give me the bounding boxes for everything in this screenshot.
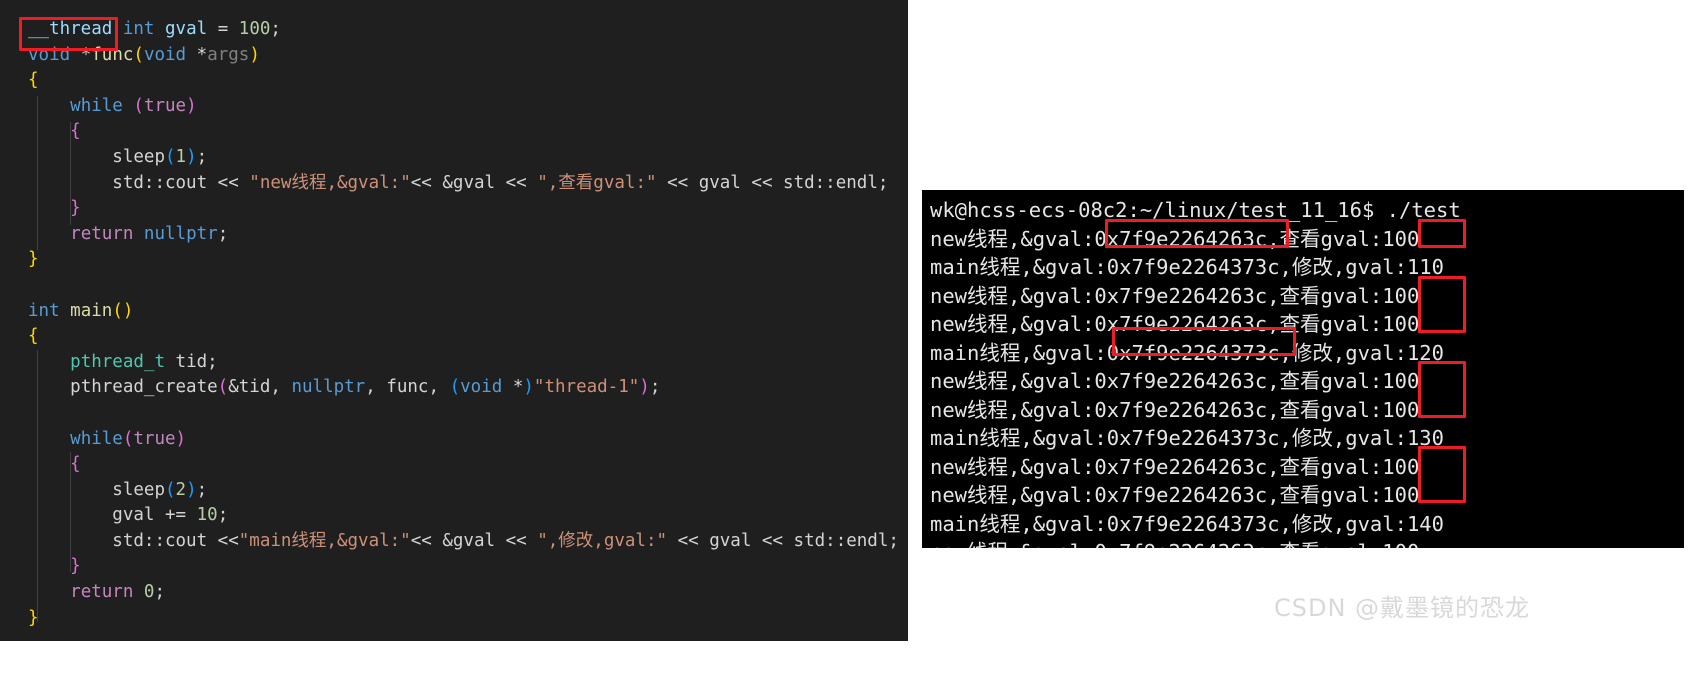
terminal-output-line: new线程,&gval:0x7f9e2264263c,查看gval:100: [930, 283, 1420, 308]
code-line: while(true): [70, 428, 187, 449]
code-line: sleep(2);: [112, 479, 208, 500]
code-line: return 0;: [70, 582, 166, 603]
terminal-output-line: new线程,&gval:0x7f9e2264263c,查看gval:100: [930, 454, 1420, 479]
code-line: int main(): [28, 300, 134, 321]
terminal-pane[interactable]: wk@hcss-ecs-08c2:~/linux/test_11_16$ ./t…: [922, 190, 1684, 548]
code-line: }: [28, 607, 39, 628]
terminal-output-line: main线程,&gval:0x7f9e2264373c,修改,gval:120: [930, 340, 1444, 365]
terminal-output-line: main线程,&gval:0x7f9e2264373c,修改,gval:140: [930, 511, 1444, 536]
terminal-output-line: main线程,&gval:0x7f9e2264373c,修改,gval:110: [930, 255, 1444, 279]
code-editor-pane[interactable]: __thread int gval = 100; void *func(void…: [0, 0, 908, 641]
code-line: }: [70, 198, 81, 219]
terminal-output-line: new线程,&gval:0x7f9e2264263c,查看gval:100: [930, 397, 1420, 422]
code-line: void *func(void *args): [28, 44, 260, 65]
terminal-prompt-line: wk@hcss-ecs-08c2:~/linux/test_11_16$ ./t…: [930, 198, 1461, 222]
code-line: pthread_t tid;: [70, 351, 218, 372]
code-line: sleep(1);: [112, 146, 208, 167]
code-line: std::cout << "new线程,&gval:"<< &gval << "…: [112, 172, 889, 193]
code-line: }: [28, 249, 39, 270]
screenshot-root: __thread int gval = 100; void *func(void…: [0, 0, 1688, 684]
csdn-watermark: CSDN @戴墨镜的恐龙: [1274, 594, 1531, 622]
code-line: return nullptr;: [70, 223, 229, 244]
code-line: {: [70, 121, 81, 142]
terminal-output-line: main线程,&gval:0x7f9e2264373c,修改,gval:130: [930, 426, 1444, 450]
code-line: }: [70, 556, 81, 577]
code-line: while (true): [70, 95, 197, 116]
code-line: gval += 10;: [112, 505, 229, 526]
terminal-output-line: new线程,&gval:0x7f9e2264263c,查看gval:100: [930, 369, 1420, 393]
code-line: {: [28, 70, 39, 91]
terminal-output-line: new线程,&gval:0x7f9e2264263c,查看gval:100: [930, 483, 1420, 507]
code-line: {: [70, 454, 81, 475]
code-line: __thread int gval = 100;: [28, 19, 281, 39]
terminal-output-line: new线程,&gval:0x7f9e2264263c,查看gval:100: [930, 226, 1420, 251]
code-line: std::cout <<"main线程,&gval:"<< &gval << "…: [112, 530, 899, 551]
terminal-output-line: new线程,&gval:0x7f9e2264263c,查看gval:100: [930, 538, 1684, 548]
terminal-output: wk@hcss-ecs-08c2:~/linux/test_11_16$ ./t…: [930, 196, 1684, 548]
code-line: {: [28, 326, 39, 347]
terminal-output-line: new线程,&gval:0x7f9e2264263c,查看gval:100: [930, 312, 1420, 336]
code-line: pthread_create(&tid, nullptr, func, (voi…: [70, 377, 661, 398]
